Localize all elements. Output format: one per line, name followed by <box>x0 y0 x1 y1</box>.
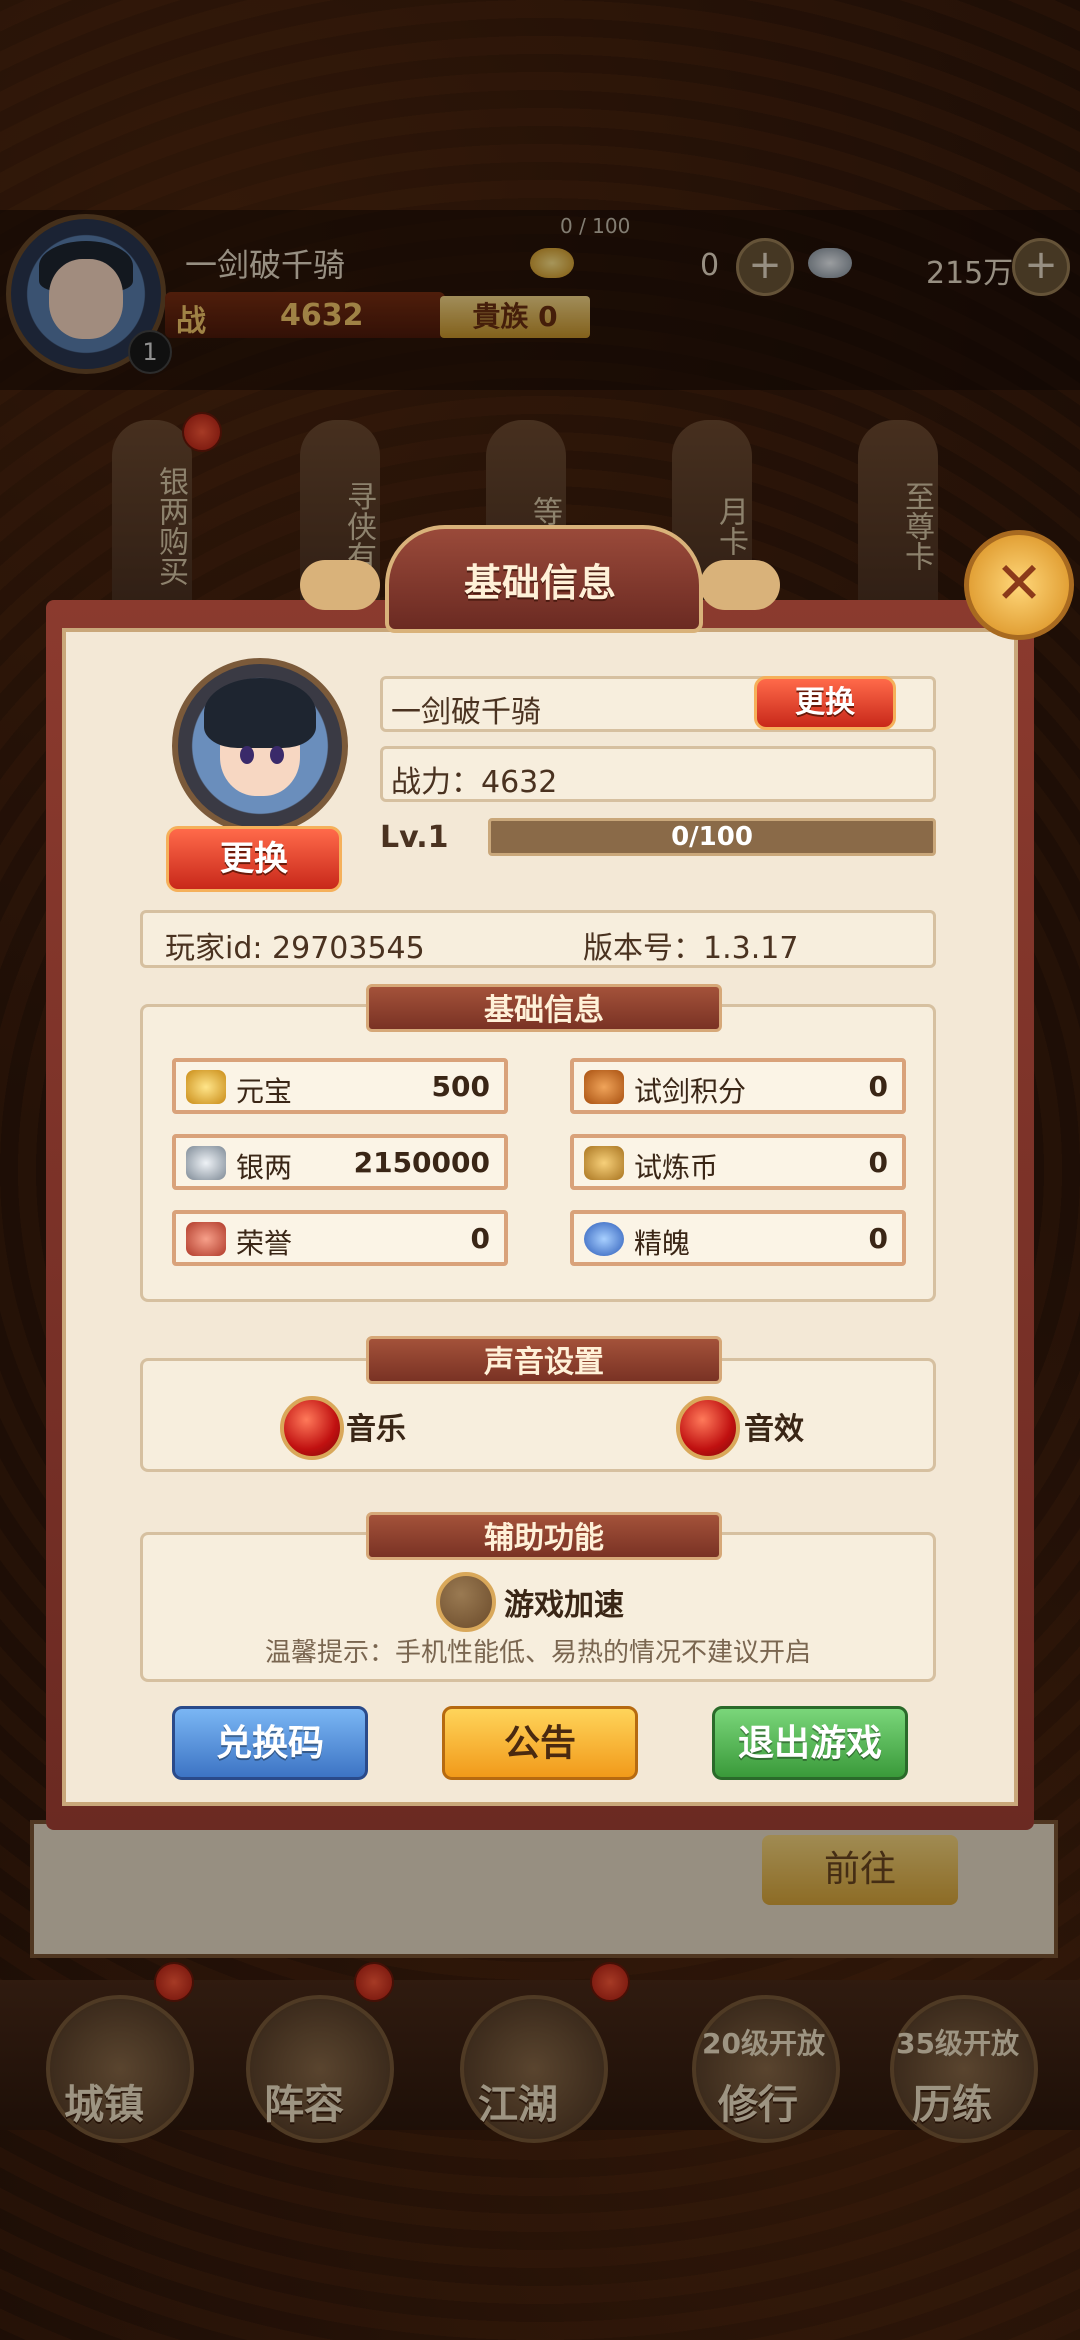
version-text: 版本号：1.3.17 <box>583 931 799 966</box>
speedup-label: 游戏加速 <box>504 1588 624 1623</box>
resource-name: 精魄 <box>634 1227 691 1260</box>
notice-button[interactable]: 公告 <box>442 1706 638 1780</box>
resource-name: 荣誉 <box>236 1227 293 1260</box>
exp-bar: 0/100 <box>488 818 936 856</box>
change-avatar-button[interactable]: 更换 <box>166 826 342 892</box>
avatar-hair <box>204 678 316 748</box>
resource-name: 元宝 <box>236 1075 293 1108</box>
honor-icon <box>186 1222 226 1256</box>
resource-silver: 银两 2150000 <box>172 1134 508 1190</box>
power-text: 战力：4632 <box>391 765 558 800</box>
id-version-row: 玩家id: 29703545 版本号：1.3.17 <box>140 910 936 968</box>
resource-gold: 元宝 500 <box>172 1058 508 1114</box>
speedup-tip: 温馨提示：手机性能低、易热的情况不建议开启 <box>264 1638 811 1668</box>
sound-ribbon: 声音设置 <box>366 1336 722 1384</box>
resource-value: 2150000 <box>353 1146 490 1179</box>
resource-name: 试剑积分 <box>634 1075 747 1108</box>
resource-value: 0 <box>868 1070 888 1103</box>
speedup-toggle[interactable] <box>436 1572 496 1632</box>
avatar-eye <box>270 746 284 764</box>
resource-name: 试炼币 <box>634 1151 719 1184</box>
resources-ribbon: 基础信息 <box>366 984 722 1032</box>
trial-coin-icon <box>584 1146 624 1180</box>
sfx-toggle[interactable] <box>676 1396 740 1460</box>
change-name-button[interactable]: 更换 <box>754 676 896 730</box>
close-button[interactable]: ✕ <box>964 530 1074 640</box>
avatar-eye <box>240 746 254 764</box>
profile-avatar[interactable] <box>172 658 348 834</box>
aux-ribbon: 辅助功能 <box>366 1512 722 1560</box>
redeem-code-button[interactable]: 兑换码 <box>172 1706 368 1780</box>
resource-value: 500 <box>431 1070 490 1103</box>
resource-value: 0 <box>868 1146 888 1179</box>
music-toggle[interactable] <box>280 1396 344 1460</box>
music-label: 音乐 <box>346 1412 406 1447</box>
sfx-label: 音效 <box>744 1412 804 1447</box>
resource-honor: 荣誉 0 <box>172 1210 508 1266</box>
spirit-icon <box>584 1222 624 1256</box>
resource-sword-score: 试剑积分 0 <box>570 1058 906 1114</box>
player-name: 一剑破千骑 <box>391 695 541 730</box>
exp-text: 0/100 <box>671 822 753 852</box>
level-text: Lv.1 <box>380 820 449 855</box>
sword-score-icon <box>584 1070 624 1104</box>
title-ornament-right <box>700 560 780 610</box>
exit-game-button[interactable]: 退出游戏 <box>712 1706 908 1780</box>
gold-ingot-icon <box>186 1070 226 1104</box>
modal-title: 基础信息 <box>463 561 616 605</box>
close-icon: ✕ <box>994 549 1044 617</box>
power-field: 战力：4632 <box>380 746 936 802</box>
player-id: 玩家id: 29703545 <box>165 931 425 966</box>
resource-value: 0 <box>868 1222 888 1255</box>
resource-name: 银两 <box>236 1151 293 1184</box>
title-ornament-left <box>300 560 380 610</box>
resource-trial-coin: 试炼币 0 <box>570 1134 906 1190</box>
silver-ingot-icon <box>186 1146 226 1180</box>
resource-spirit: 精魄 0 <box>570 1210 906 1266</box>
resource-value: 0 <box>470 1222 490 1255</box>
